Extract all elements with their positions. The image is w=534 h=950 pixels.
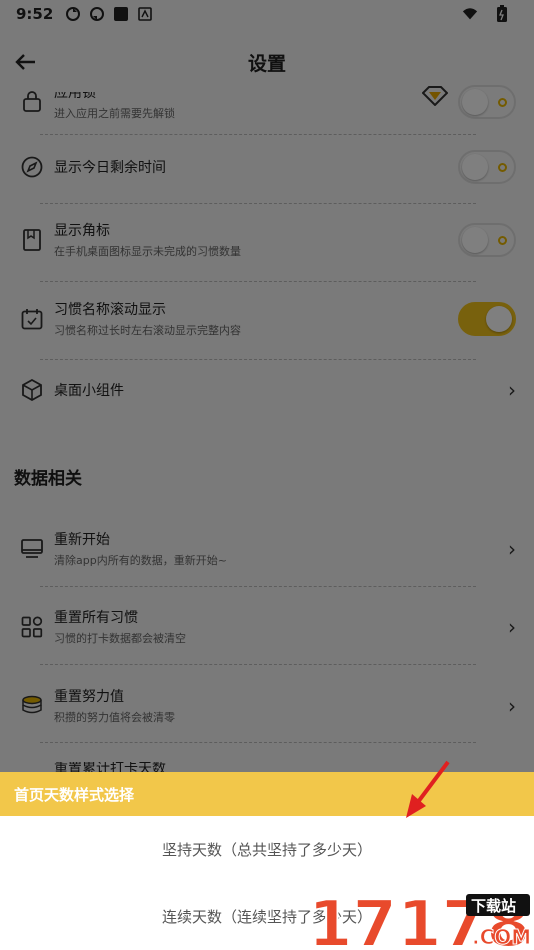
watermark-badge-text: 下载站 bbox=[471, 897, 516, 915]
watermark-suffix: .COM bbox=[472, 925, 531, 949]
site-watermark: 17178 下载站 .COM bbox=[307, 887, 532, 950]
option-total-days[interactable]: 坚持天数（总共坚持了多少天） bbox=[0, 816, 534, 883]
annotation-arrow-icon bbox=[406, 760, 450, 818]
